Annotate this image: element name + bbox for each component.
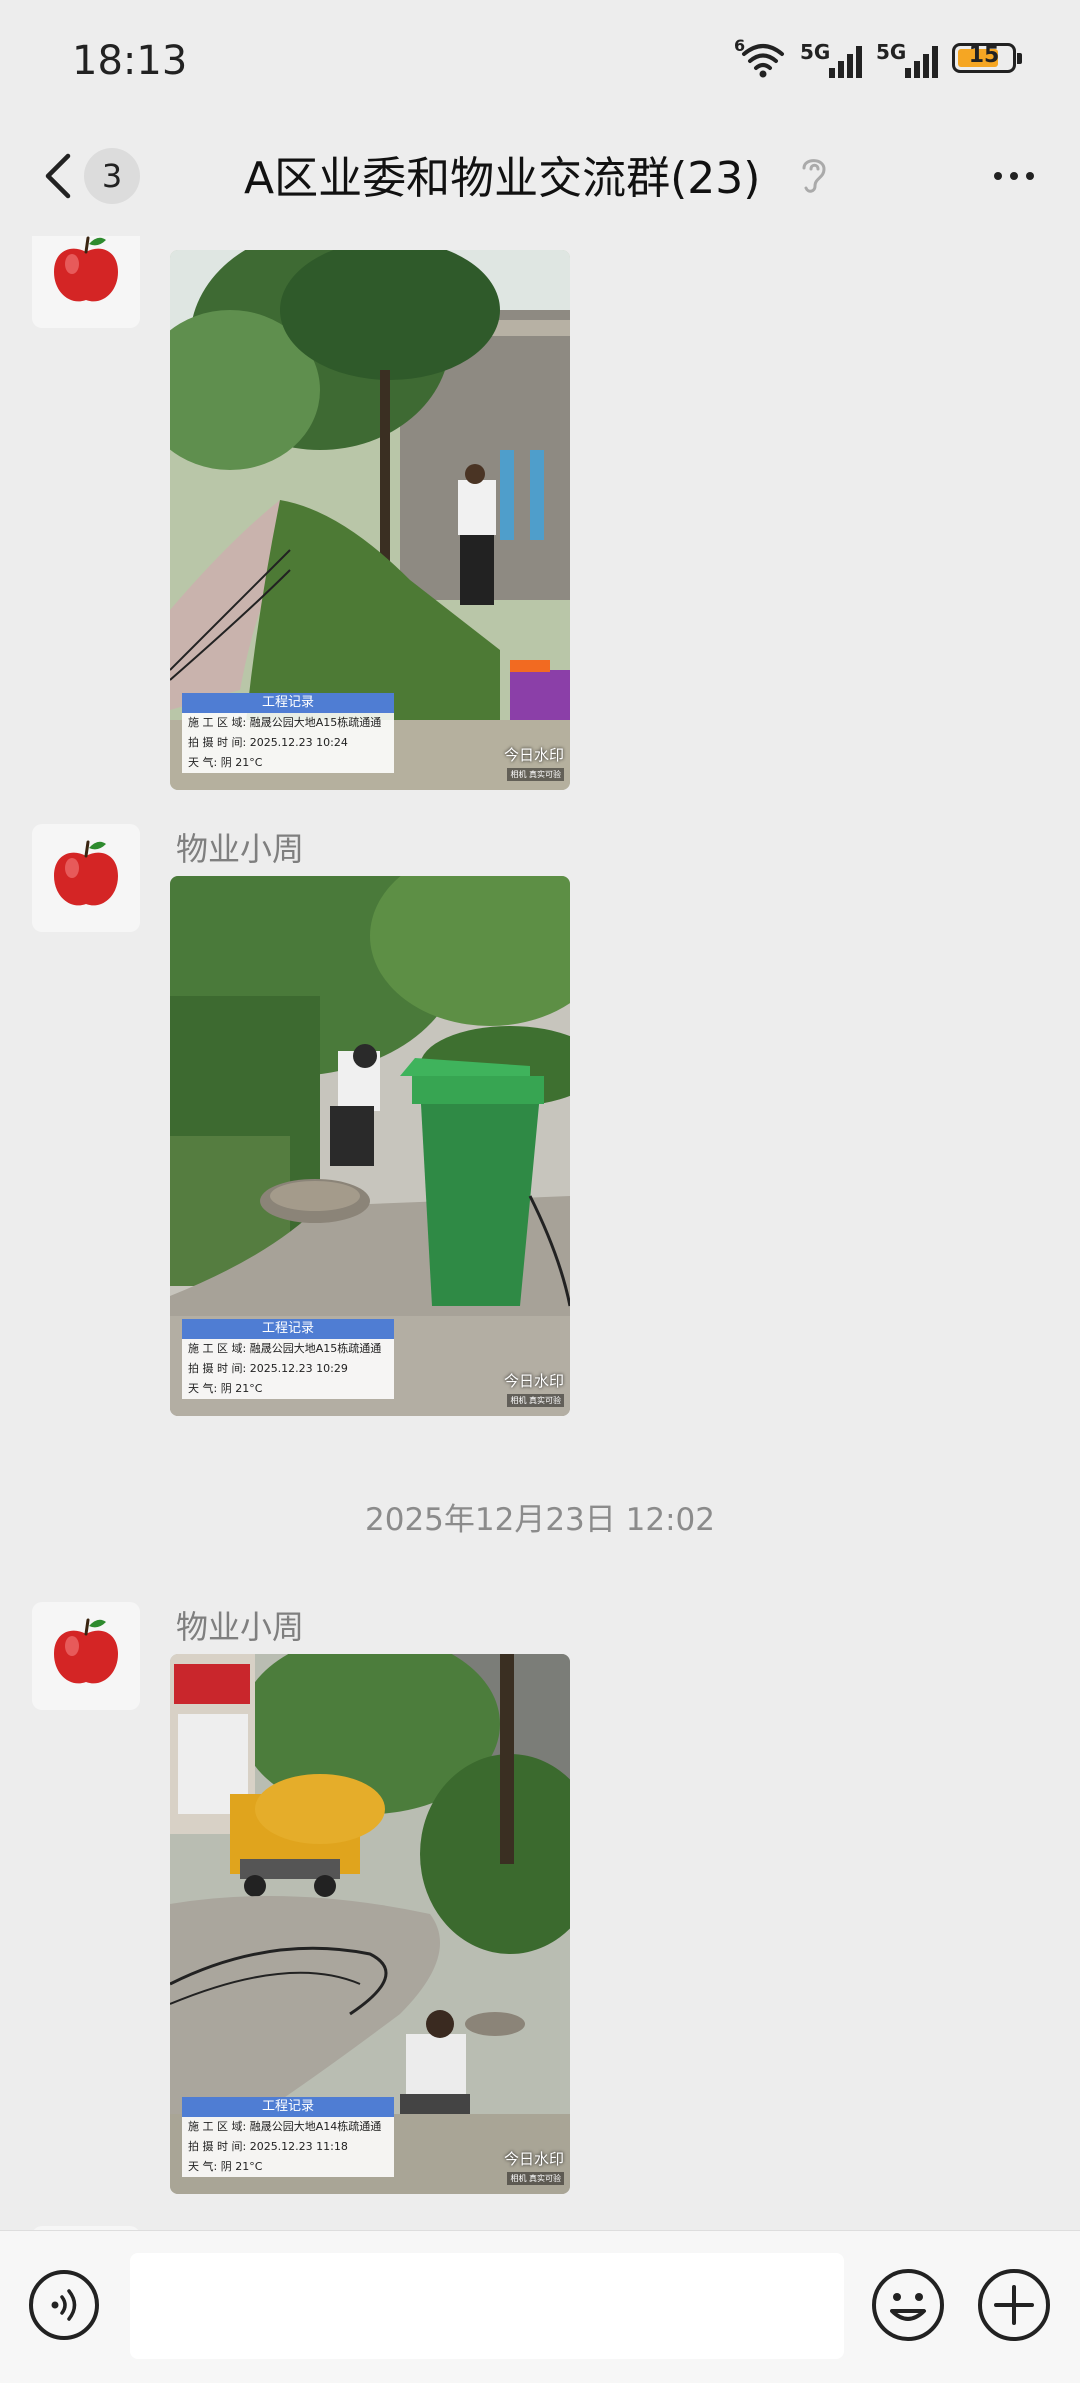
chat-title: A区业委和物业交流群(23) (244, 153, 761, 204)
stamp-weather: 天 气: 阴 21°C (182, 753, 394, 773)
apple-icon (54, 1618, 118, 1684)
photo-watermark: 今日水印 (503, 746, 564, 764)
message-photo[interactable]: 工程记录 施 工 区 域: 融晟公园大地A15栋疏通通 拍 摄 时 间: 202… (170, 250, 570, 790)
stamp-time: 拍 摄 时 间: 2025.12.23 11:18 (182, 2137, 394, 2157)
sender-avatar[interactable] (32, 1602, 140, 1710)
wifi-icon: 6 (734, 36, 786, 80)
message-photo[interactable]: 工程记录 施 工 区 域: 融晟公园大地A15栋疏通通 拍 摄 时 间: 202… (170, 876, 570, 1416)
sender-name: 物业小周 (176, 830, 305, 868)
battery-level: 15 (968, 43, 1000, 68)
signal-1-label: 5G (800, 40, 831, 64)
chat-timestamp: 2025年12月23日 12:02 (365, 1502, 715, 1538)
voice-button[interactable] (28, 2269, 100, 2341)
photo-watermark-sub: 相机 真实可验 (507, 1394, 564, 1407)
message-item: 物业小周 工程记录 施 工 区 域: 融晟公园大地A14栋疏通通 拍 摄 时 间… (0, 1602, 1080, 2194)
emoji-icon (872, 2269, 944, 2341)
plus-button[interactable] (976, 2267, 1052, 2343)
back-button[interactable] (36, 148, 86, 204)
stamp-title: 工程记录 (182, 1319, 394, 1339)
plus-icon (978, 2269, 1050, 2341)
chat-header: 3 A区业委和物业交流群(23) (0, 120, 1080, 236)
signal-2-icon: 5G (876, 36, 938, 80)
stamp-weather: 天 气: 阴 21°C (182, 2157, 394, 2177)
sender-avatar[interactable] (32, 236, 140, 328)
status-time: 18:13 (72, 38, 188, 84)
photo-watermark: 今日水印 (503, 1372, 564, 1390)
voice-icon (29, 2270, 99, 2340)
stamp-area: 施 工 区 域: 融晟公园大地A15栋疏通通 (182, 1339, 394, 1359)
chat-message-list[interactable]: 工程记录 施 工 区 域: 融晟公园大地A15栋疏通通 拍 摄 时 间: 202… (0, 236, 1080, 2230)
stamp-area: 施 工 区 域: 融晟公园大地A14栋疏通通 (182, 2117, 394, 2137)
stamp-weather: 天 气: 阴 21°C (182, 1379, 394, 1399)
photo-watermark-sub: 相机 真实可验 (507, 2172, 564, 2185)
more-button[interactable] (984, 148, 1044, 204)
battery-icon: 15 (952, 43, 1022, 73)
chat-input-bar (0, 2230, 1080, 2383)
photo-watermark: 今日水印 (503, 2150, 564, 2168)
ear-icon (796, 152, 832, 196)
message-input[interactable] (130, 2253, 844, 2359)
emoji-button[interactable] (870, 2267, 946, 2343)
status-icons: 6 5G 5G 15 (734, 36, 1022, 80)
stamp-time: 拍 摄 时 间: 2025.12.23 10:24 (182, 733, 394, 753)
stamp-title: 工程记录 (182, 693, 394, 713)
message-photo[interactable]: 工程记录 施 工 区 域: 融晟公园大地A14栋疏通通 拍 摄 时 间: 202… (170, 1654, 570, 2194)
stamp-time: 拍 摄 时 间: 2025.12.23 10:29 (182, 1359, 394, 1379)
more-dots-icon (994, 172, 1034, 180)
signal-2-label: 5G (876, 40, 907, 64)
photo-watermark-sub: 相机 真实可验 (507, 768, 564, 781)
photo-stamp: 工程记录 施 工 区 域: 融晟公园大地A15栋疏通通 拍 摄 时 间: 202… (182, 693, 394, 773)
sender-name: 物业小周 (176, 1608, 305, 1646)
message-item: 工程记录 施 工 区 域: 融晟公园大地A15栋疏通通 拍 摄 时 间: 202… (0, 236, 1080, 790)
chevron-left-icon (45, 153, 71, 199)
sender-avatar[interactable] (32, 824, 140, 932)
apple-icon (54, 840, 118, 906)
photo-stamp: 工程记录 施 工 区 域: 融晟公园大地A15栋疏通通 拍 摄 时 间: 202… (182, 1319, 394, 1399)
apple-icon (54, 236, 118, 302)
signal-1-icon: 5G (800, 36, 862, 80)
message-item: 物业小周 工程记录 施 工 区 域: 融晟公园大地A15栋疏通通 拍 摄 时 间… (0, 824, 1080, 1416)
stamp-area: 施 工 区 域: 融晟公园大地A15栋疏通通 (182, 713, 394, 733)
photo-stamp: 工程记录 施 工 区 域: 融晟公园大地A14栋疏通通 拍 摄 时 间: 202… (182, 2097, 394, 2177)
unread-badge[interactable]: 3 (84, 148, 140, 204)
stamp-title: 工程记录 (182, 2097, 394, 2117)
status-bar: 18:13 6 5G 5G 15 (0, 0, 1080, 120)
